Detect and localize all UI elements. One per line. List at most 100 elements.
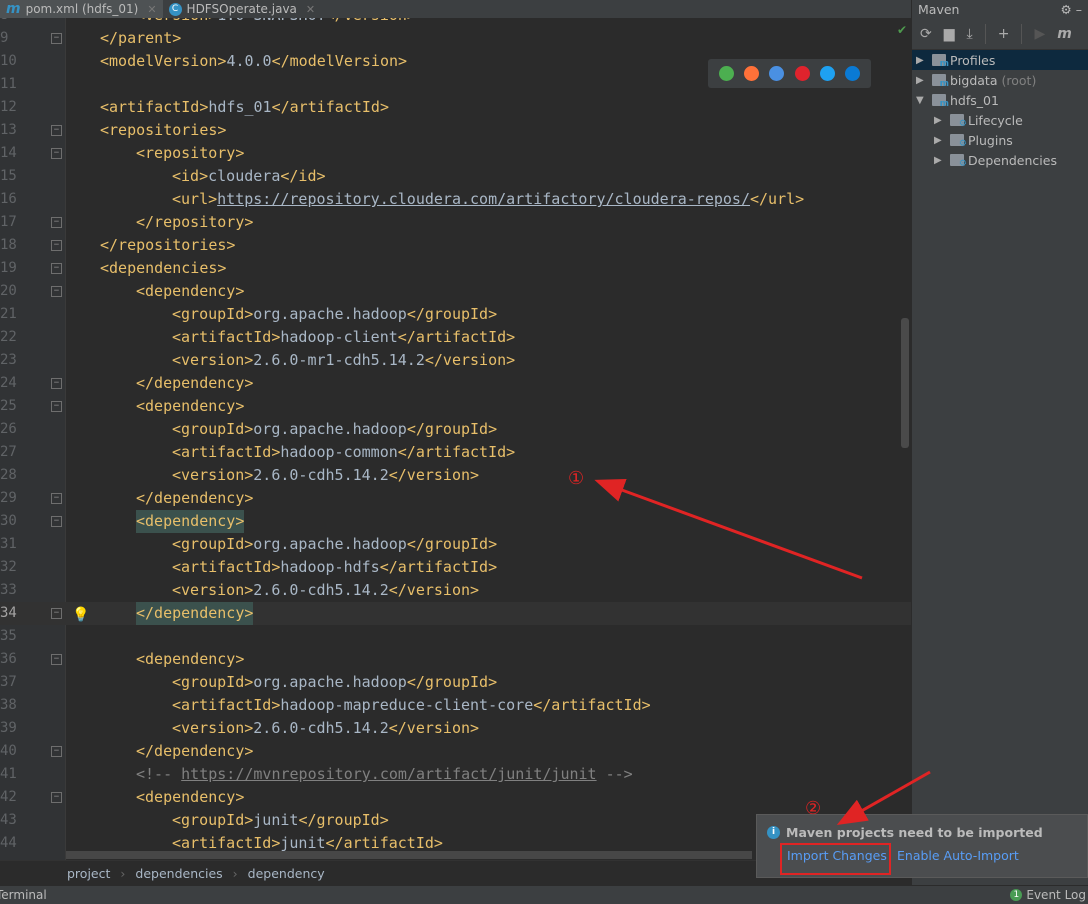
code-line[interactable]: 37 <groupId>org.apache.hadoop</groupId> [0,671,911,694]
code-editor[interactable]: 8<version>1.0-SNAPSHOT</version>9−</pare… [0,18,911,860]
line-number: 15 [0,168,17,184]
code-line[interactable]: 21 <groupId>org.apache.hadoop</groupId> [0,303,911,326]
execute-goal-icon[interactable]: m [1057,26,1072,42]
code-token: 2.6.0-mr1-cdh5.14.2 [253,351,425,369]
terminal-tab[interactable]: Terminal [0,888,47,902]
reimport-icon[interactable]: ⟳ [920,26,932,42]
folder-icon: m [932,74,949,89]
tab-pom-xml[interactable]: m pom.xml (hdfs_01) ✕ [0,0,163,18]
close-icon[interactable]: ✕ [147,3,156,16]
code-line[interactable]: 38 <artifactId>hadoop-mapreduce-client-co… [0,694,911,717]
breadcrumb-project[interactable]: project [67,866,110,881]
code-line[interactable]: 23 <version>2.6.0-mr1-cdh5.14.2</version> [0,349,911,372]
maven-tree-item-plugins[interactable]: ▶ ⚙ Plugins [912,130,1088,150]
minimize-icon[interactable]: – [1076,2,1082,17]
line-number: 13 [0,122,17,138]
chevron-down-icon[interactable]: ▼ [916,95,928,106]
fold-icon[interactable]: − [51,608,62,619]
firefox-icon[interactable] [744,66,760,81]
fold-icon[interactable]: − [51,33,62,44]
code-token: <groupId> [172,420,254,438]
fold-icon[interactable]: − [51,148,62,159]
code-line[interactable]: 19 − <dependencies> [0,257,911,280]
code-line[interactable]: 9 − </parent> [0,27,911,50]
folder-icon: ⚙ [950,114,967,129]
code-line[interactable]: 31 <groupId>org.apache.hadoop</groupId> [0,533,911,556]
safari-icon[interactable] [769,66,785,81]
edge-icon[interactable] [844,66,860,81]
code-line[interactable]: 39 <version>2.6.0-cdh5.14.2</version> [0,717,911,740]
code-line[interactable]: 16 <url>https://repository.cloudera.com/a… [0,188,911,211]
chevron-right-icon[interactable]: ▶ [934,135,946,146]
code-line[interactable]: 12 <artifactId>hdfs_01</artifactId> [0,96,911,119]
code-line[interactable]: 41 <!-- https://mvnrepository.com/artifac… [0,763,911,786]
code-token: <artifactId> [172,558,281,576]
fold-icon[interactable]: − [51,746,62,757]
code-line[interactable]: 20 − <dependency> [0,280,911,303]
code-line[interactable]: 42 − <dependency> [0,786,911,809]
code-line[interactable]: 30 − <dependency> [0,510,911,533]
enable-auto-import-link[interactable]: Enable Auto-Import [897,848,1019,863]
code-line[interactable]: 32 <artifactId>hadoop-hdfs</artifactId> [0,556,911,579]
code-line[interactable]: 34 − 💡 </dependency> [0,602,911,625]
code-line[interactable]: 22 <artifactId>hadoop-client</artifactId> [0,326,911,349]
lightbulb-icon[interactable]: 💡 [72,604,89,627]
fold-icon[interactable]: − [51,493,62,504]
vertical-scrollbar[interactable] [901,318,909,448]
code-line[interactable]: 28 <version>2.6.0-cdh5.14.2</version> [0,464,911,487]
event-log-button[interactable]: 1 Event Log [1010,888,1088,902]
chevron-right-icon[interactable]: ▶ [934,155,946,166]
code-line[interactable]: 24 − </dependency> [0,372,911,395]
code-line[interactable]: 27 <artifactId>hadoop-common</artifactId> [0,441,911,464]
code-line[interactable]: 36 − <dependency> [0,648,911,671]
fold-icon[interactable]: − [51,263,62,274]
code-line[interactable]: 35 [0,625,911,648]
breadcrumb-dependencies[interactable]: dependencies [135,866,222,881]
fold-icon[interactable]: − [51,516,62,527]
breadcrumb-dependency[interactable]: dependency [248,866,325,881]
code-token: <groupId> [172,811,254,829]
code-token: </artifactId> [397,443,516,461]
run-icon[interactable]: ▶ [1034,26,1045,42]
fold-icon[interactable]: − [51,378,62,389]
code-line[interactable]: 25 − <dependency> [0,395,911,418]
maven-tree-item-lifecycle[interactable]: ▶ ⚙ Lifecycle [912,110,1088,130]
code-line[interactable]: 26 <groupId>org.apache.hadoop</groupId> [0,418,911,441]
tab-hdfsoperate-java[interactable]: C HDFSOperate.java ✕ [163,0,322,18]
fold-icon[interactable]: − [51,125,62,136]
code-line[interactable]: 15 <id>cloudera</id> [0,165,911,188]
download-icon[interactable]: ⤓ [967,26,973,42]
chrome-icon[interactable] [719,66,735,81]
maven-tree-item-dependencies[interactable]: ▶ ⚙ Dependencies [912,150,1088,170]
fold-icon[interactable]: − [51,792,62,803]
fold-icon[interactable]: − [51,401,62,412]
code-line[interactable]: 14 − <repository> [0,142,911,165]
maven-tree-item-hdfs_01[interactable]: ▼ m hdfs_01 [912,90,1088,110]
chevron-right-icon[interactable]: ▶ [934,115,946,126]
horizontal-scrollbar[interactable] [66,851,752,859]
fold-icon[interactable]: − [51,217,62,228]
code-line[interactable]: 13 − <repositories> [0,119,911,142]
code-line[interactable]: 29 − </dependency> [0,487,911,510]
code-text: </dependency> [136,740,253,763]
gear-icon[interactable]: ⚙ [1061,2,1072,17]
chevron-right-icon[interactable]: ▶ [916,55,928,66]
add-icon[interactable]: + [998,26,1010,42]
code-line[interactable]: 40 − </dependency> [0,740,911,763]
code-token: </version> [388,719,480,737]
close-icon[interactable]: ✕ [306,3,315,16]
generate-sources-icon[interactable]: ▆ [944,26,955,42]
ie-icon[interactable] [819,66,835,81]
code-line[interactable]: 33 <version>2.6.0-cdh5.14.2</version> [0,579,911,602]
opera-icon[interactable] [794,66,810,81]
fold-icon[interactable]: − [51,654,62,665]
fold-icon[interactable]: − [51,286,62,297]
maven-tree-item-profiles[interactable]: ▶ m Profiles [912,50,1088,70]
chevron-right-icon[interactable]: ▶ [916,75,928,86]
code-line[interactable]: 18 − </repositories> [0,234,911,257]
maven-tree-item-bigdata[interactable]: ▶ m bigdata (root) [912,70,1088,90]
fold-icon[interactable]: − [51,240,62,251]
inspection-ok-icon[interactable]: ✔ [897,23,907,37]
code-line[interactable]: 17 − </repository> [0,211,911,234]
code-line[interactable]: 8 <version>1.0-SNAPSHOT</version> [0,18,911,27]
